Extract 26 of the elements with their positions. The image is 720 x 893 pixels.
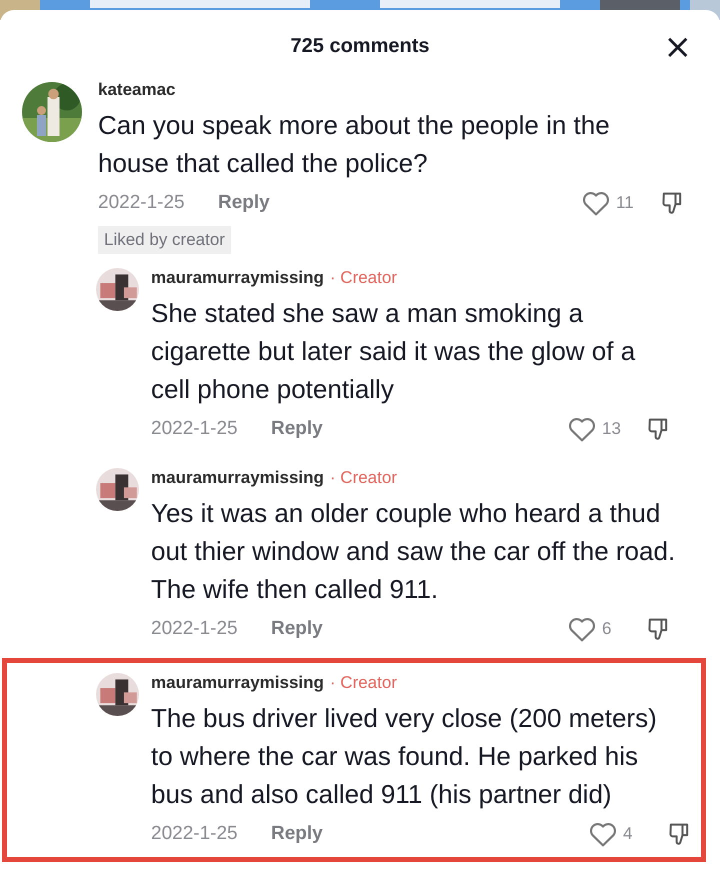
reply-button[interactable]: Reply bbox=[271, 618, 323, 640]
comment-text: She stated she saw a man smoking a cigarette but later said it was the glow of a cell phone potentially bbox=[151, 297, 636, 406]
comments-count: 725 comments bbox=[290, 34, 430, 58]
comment-date: 2022-1-25 bbox=[98, 192, 186, 214]
like-count: 11 bbox=[616, 193, 634, 213]
comment-date: 2022-1-25 bbox=[151, 823, 239, 845]
like-count: 4 bbox=[623, 824, 632, 844]
comment-text: Can you speak more about the people in the house that called the police? bbox=[98, 109, 611, 180]
reply-button[interactable]: Reply bbox=[271, 823, 323, 845]
comment-date: 2022-1-25 bbox=[151, 418, 239, 440]
creator-label: · Creator bbox=[330, 468, 397, 488]
like-count: 6 bbox=[602, 619, 612, 639]
liked-by-creator-tag: Liked by creator bbox=[98, 226, 231, 254]
reply-button[interactable]: Reply bbox=[271, 418, 323, 440]
comment-date: 2022-1-25 bbox=[151, 618, 239, 640]
comment-text: The bus driver lived very close (200 meters) to where the car was found. He parked his bus and also called 911 (his partner did) bbox=[151, 702, 658, 811]
like-count: 13 bbox=[602, 419, 621, 439]
comment-text: Yes it was an older couple who heard a thud out thier window and saw the car off the road. The wife then called 911. bbox=[151, 497, 676, 606]
username[interactable]: mauramurraymissing bbox=[151, 673, 324, 693]
username[interactable]: kateamac bbox=[98, 80, 176, 100]
creator-label: · Creator bbox=[330, 268, 397, 288]
username[interactable]: mauramurraymissing bbox=[151, 468, 324, 488]
close-button[interactable]: × bbox=[664, 30, 692, 64]
username[interactable]: mauramurraymissing bbox=[151, 268, 324, 288]
creator-label: · Creator bbox=[330, 673, 397, 693]
reply-button[interactable]: Reply bbox=[218, 192, 270, 214]
